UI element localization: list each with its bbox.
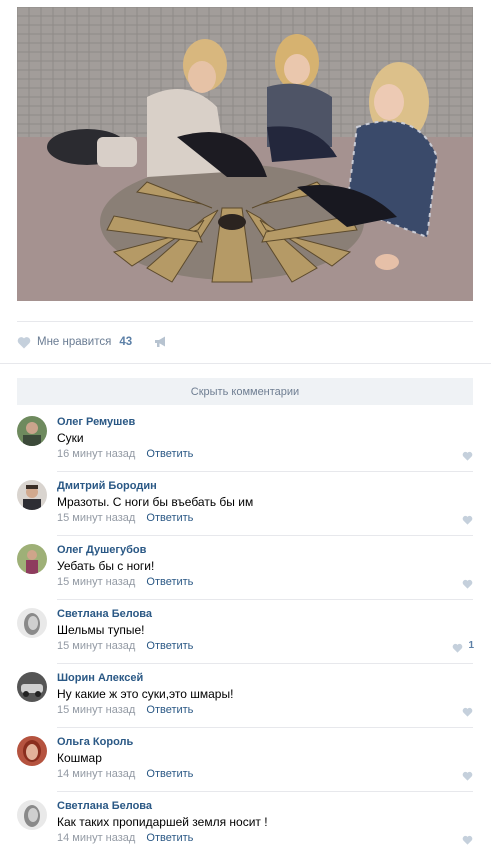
section-divider — [0, 363, 491, 364]
heart-icon[interactable] — [17, 336, 31, 349]
reply-button[interactable]: Ответить — [146, 448, 193, 460]
avatar[interactable] — [17, 544, 47, 574]
heart-icon[interactable] — [462, 707, 473, 717]
hide-comments-label[interactable]: Скрыть комментарии — [191, 386, 299, 398]
comment-author[interactable]: Дмитрий Бородин — [57, 480, 157, 492]
reply-button[interactable]: Ответить — [146, 512, 193, 524]
post-photo[interactable] — [17, 7, 473, 301]
heart-icon[interactable] — [462, 579, 473, 589]
comment-item: Шорин Алексей Ну какие ж это суки,это шм… — [17, 672, 473, 736]
comment-item: Дмитрий Бородин Мразоты. С ноги бы въеба… — [17, 480, 473, 544]
comment-text: Шельмы тупые! — [57, 623, 145, 637]
heart-icon[interactable] — [462, 515, 473, 525]
comment-text: Кошмар — [57, 751, 102, 765]
avatar[interactable] — [17, 480, 47, 510]
comment-author[interactable]: Ольга Король — [57, 736, 133, 748]
comment-text: Ну какие ж это суки,это шмары! — [57, 687, 234, 701]
comment-author[interactable]: Светлана Белова — [57, 608, 152, 620]
megaphone-icon[interactable] — [154, 336, 168, 348]
comment-time[interactable]: 15 минут назад — [57, 704, 135, 716]
comment-author[interactable]: Олег Ремушев — [57, 416, 135, 428]
comment-time[interactable]: 15 минут назад — [57, 576, 135, 588]
comment-item: Ольга Король Кошмар 14 минут назад Ответ… — [17, 736, 473, 800]
comment-item: Олег Ремушев Суки 16 минут назад Ответит… — [17, 416, 473, 480]
reply-button[interactable]: Ответить — [146, 768, 193, 780]
comment-divider — [57, 727, 473, 728]
comment-text: Мразоты. С ноги бы въебать бы им — [57, 495, 254, 509]
like-bar[interactable]: Мне нравится 43 — [17, 333, 168, 351]
avatar[interactable] — [17, 672, 47, 702]
avatar[interactable] — [17, 800, 47, 830]
like-label[interactable]: Мне нравится — [37, 336, 111, 348]
comment-time[interactable]: 14 минут назад — [57, 768, 135, 780]
comment-author[interactable]: Шорин Алексей — [57, 672, 143, 684]
photo-image — [17, 7, 473, 301]
comment-text: Уебать бы с ноги! — [57, 559, 155, 573]
comment-like-count[interactable]: 1 — [468, 640, 474, 651]
comment-text: Как таких пропидаршей земля носит ! — [57, 815, 268, 829]
comment-time[interactable]: 16 минут назад — [57, 448, 135, 460]
comment-item: Светлана Белова Шельмы тупые! 15 минут н… — [17, 608, 474, 672]
avatar[interactable] — [17, 416, 47, 446]
comment-divider — [57, 791, 473, 792]
heart-icon[interactable] — [462, 771, 473, 781]
comment-divider — [57, 663, 473, 664]
avatar[interactable] — [17, 608, 47, 638]
comment-divider — [57, 471, 473, 472]
comment-divider — [57, 599, 473, 600]
reply-button[interactable]: Ответить — [146, 640, 193, 652]
comment-text: Суки — [57, 431, 84, 445]
comment-item: Светлана Белова Как таких пропидаршей зе… — [17, 800, 473, 851]
hide-comments-button[interactable]: Скрыть комментарии — [17, 378, 473, 405]
reply-button[interactable]: Ответить — [146, 576, 193, 588]
comment-time[interactable]: 15 минут назад — [57, 512, 135, 524]
post-divider — [17, 321, 473, 322]
heart-icon[interactable] — [452, 643, 463, 653]
comment-time[interactable]: 15 минут назад — [57, 640, 135, 652]
comment-author[interactable]: Олег Душегубов — [57, 544, 146, 556]
heart-icon[interactable] — [462, 451, 473, 461]
reply-button[interactable]: Ответить — [146, 704, 193, 716]
like-count[interactable]: 43 — [119, 336, 132, 348]
comment-item: Олег Душегубов Уебать бы с ноги! 15 мину… — [17, 544, 473, 608]
reply-button[interactable]: Ответить — [146, 832, 193, 844]
comment-divider — [57, 535, 473, 536]
comment-author[interactable]: Светлана Белова — [57, 800, 152, 812]
avatar[interactable] — [17, 736, 47, 766]
comment-time[interactable]: 14 минут назад — [57, 832, 135, 844]
heart-icon[interactable] — [462, 835, 473, 845]
